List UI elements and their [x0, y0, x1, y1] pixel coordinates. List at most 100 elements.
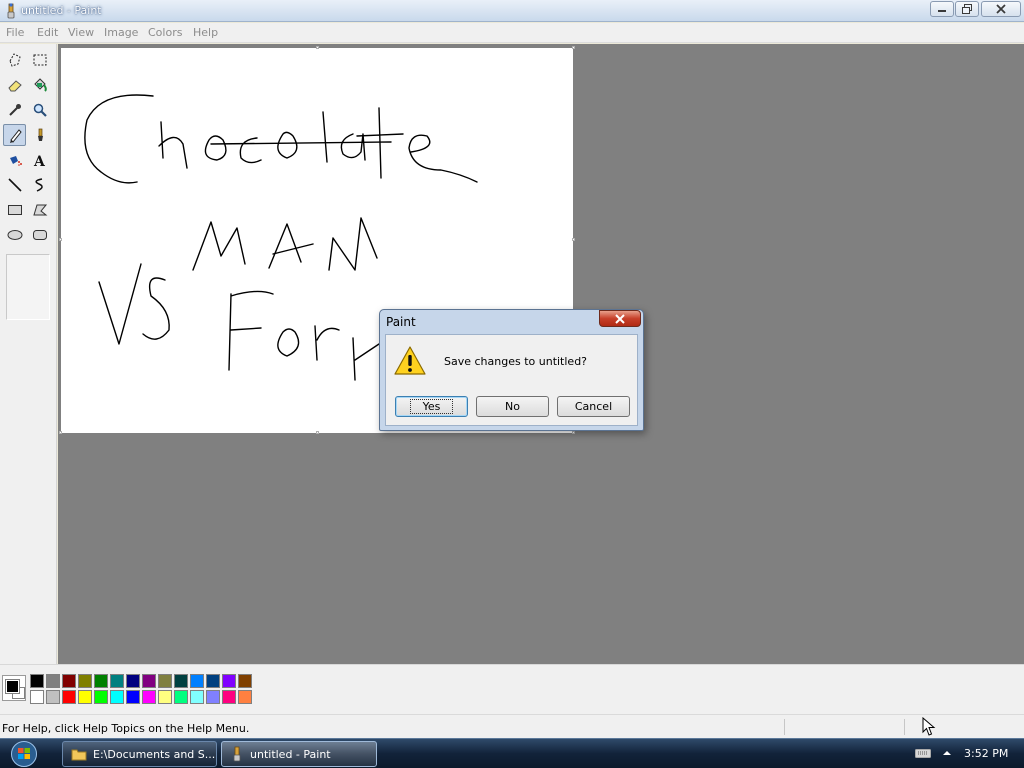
palette-color-swatch[interactable] [30, 690, 44, 704]
palette-color-swatch[interactable] [158, 674, 172, 688]
palette-color-swatch[interactable] [142, 690, 156, 704]
palette-color-swatch[interactable] [142, 674, 156, 688]
palette-color-swatch[interactable] [62, 690, 76, 704]
start-button[interactable] [6, 740, 42, 768]
clock[interactable]: 3:52 PM [964, 747, 1008, 760]
resize-handle-left[interactable] [59, 238, 62, 241]
magnifier-tool[interactable] [28, 99, 51, 121]
stroke-c [239, 137, 262, 164]
warning-icon [394, 346, 426, 375]
taskbar-item-explorer[interactable]: E:\Documents and S... [62, 741, 217, 767]
resize-handle-top-right[interactable] [572, 46, 575, 49]
ellipse-tool[interactable] [3, 224, 26, 246]
menu-help[interactable]: Help [193, 26, 218, 39]
restore-button[interactable] [955, 1, 979, 17]
menu-view[interactable]: View [68, 26, 94, 39]
palette-color-swatch[interactable] [174, 674, 188, 688]
palette-color-swatch[interactable] [238, 690, 252, 704]
curve-tool[interactable] [28, 174, 51, 196]
brush-icon [37, 128, 43, 141]
status-bar: For Help, click Help Topics on the Help … [0, 714, 1024, 738]
palette-color-swatch[interactable] [190, 690, 204, 704]
palette-color-swatch[interactable] [78, 690, 92, 704]
resize-handle-right[interactable] [572, 238, 575, 241]
airbrush-icon [9, 156, 22, 166]
resize-handle-bottom-left[interactable] [59, 431, 62, 434]
resize-handle-bottom[interactable] [316, 431, 319, 434]
airbrush-tool[interactable] [3, 149, 26, 171]
palette-color-swatch[interactable] [206, 690, 220, 704]
close-icon [996, 4, 1006, 14]
free-form-select-tool[interactable] [3, 49, 26, 71]
eraser-icon [7, 80, 22, 92]
palette-color-swatch[interactable] [206, 674, 220, 688]
rect-select-icon [33, 54, 46, 66]
folder-icon [71, 749, 87, 761]
palette-color-swatch[interactable] [126, 674, 140, 688]
cancel-button-label: Cancel [574, 400, 613, 413]
palette-color-swatch[interactable] [110, 674, 124, 688]
minimize-button[interactable] [930, 1, 954, 17]
polygon-icon [32, 204, 47, 216]
keyboard-icon[interactable] [915, 747, 931, 759]
paint-app-icon[interactable] [4, 3, 18, 19]
menu-edit[interactable]: Edit [37, 26, 58, 39]
palette-color-swatch[interactable] [126, 690, 140, 704]
stroke-N [328, 217, 378, 271]
rounded-rectangle-tool[interactable] [28, 224, 51, 246]
rect-select-tool[interactable] [28, 49, 51, 71]
palette-color-swatch[interactable] [46, 690, 60, 704]
brush-tool[interactable] [28, 124, 51, 146]
palette-color-swatch[interactable] [222, 690, 236, 704]
pencil-icon [9, 129, 22, 143]
show-hidden-icons-icon[interactable] [942, 749, 952, 757]
menu-image[interactable]: Image [104, 26, 138, 39]
line-tool[interactable] [3, 174, 26, 196]
menu-colors[interactable]: Colors [148, 26, 182, 39]
dialog-close-button[interactable] [599, 310, 641, 327]
eraser-tool[interactable] [3, 74, 26, 96]
tool-options-box[interactable] [6, 254, 50, 320]
palette-color-swatch[interactable] [62, 674, 76, 688]
palette-color-swatch[interactable] [46, 674, 60, 688]
yes-button[interactable]: Yes [395, 396, 468, 417]
palette-color-swatch[interactable] [158, 690, 172, 704]
stroke-o1 [204, 135, 227, 161]
text-tool[interactable]: A [28, 149, 51, 171]
current-colors[interactable] [2, 675, 26, 701]
cancel-button[interactable]: Cancel [557, 396, 630, 417]
palette-color-swatch[interactable] [238, 674, 252, 688]
palette-color-swatch[interactable] [94, 690, 108, 704]
palette-color-swatch[interactable] [78, 674, 92, 688]
free-form-select-icon [8, 53, 21, 67]
status-separator [784, 719, 785, 735]
palette-color-swatch[interactable] [190, 674, 204, 688]
rectangle-icon [7, 205, 22, 215]
stroke-F [228, 290, 274, 371]
polygon-tool[interactable] [28, 199, 51, 221]
fill-tool[interactable] [28, 74, 51, 96]
menu-file[interactable]: File [6, 26, 24, 39]
rectangle-tool[interactable] [3, 199, 26, 221]
taskbar-item-paint[interactable]: untitled - Paint [221, 741, 377, 767]
pick-color-tool[interactable] [3, 99, 26, 121]
stroke-e [408, 134, 478, 183]
color-palette [30, 674, 256, 706]
palette-color-swatch[interactable] [174, 690, 188, 704]
taskbar-item-label: E:\Documents and S... [93, 747, 216, 761]
status-separator [904, 719, 905, 735]
stroke-M [192, 221, 246, 271]
palette-color-swatch[interactable] [110, 690, 124, 704]
no-button[interactable]: No [476, 396, 549, 417]
curve-icon [34, 178, 43, 192]
palette-color-swatch[interactable] [94, 674, 108, 688]
close-button[interactable] [981, 1, 1021, 17]
minimize-icon [938, 10, 946, 12]
resize-handle-bottom-right[interactable] [572, 431, 575, 434]
ellipse-icon [7, 230, 22, 240]
palette-color-swatch[interactable] [30, 674, 44, 688]
palette-color-swatch[interactable] [222, 674, 236, 688]
eyedropper-icon [8, 104, 21, 116]
pencil-tool[interactable] [3, 124, 26, 146]
resize-handle-top[interactable] [316, 46, 319, 49]
